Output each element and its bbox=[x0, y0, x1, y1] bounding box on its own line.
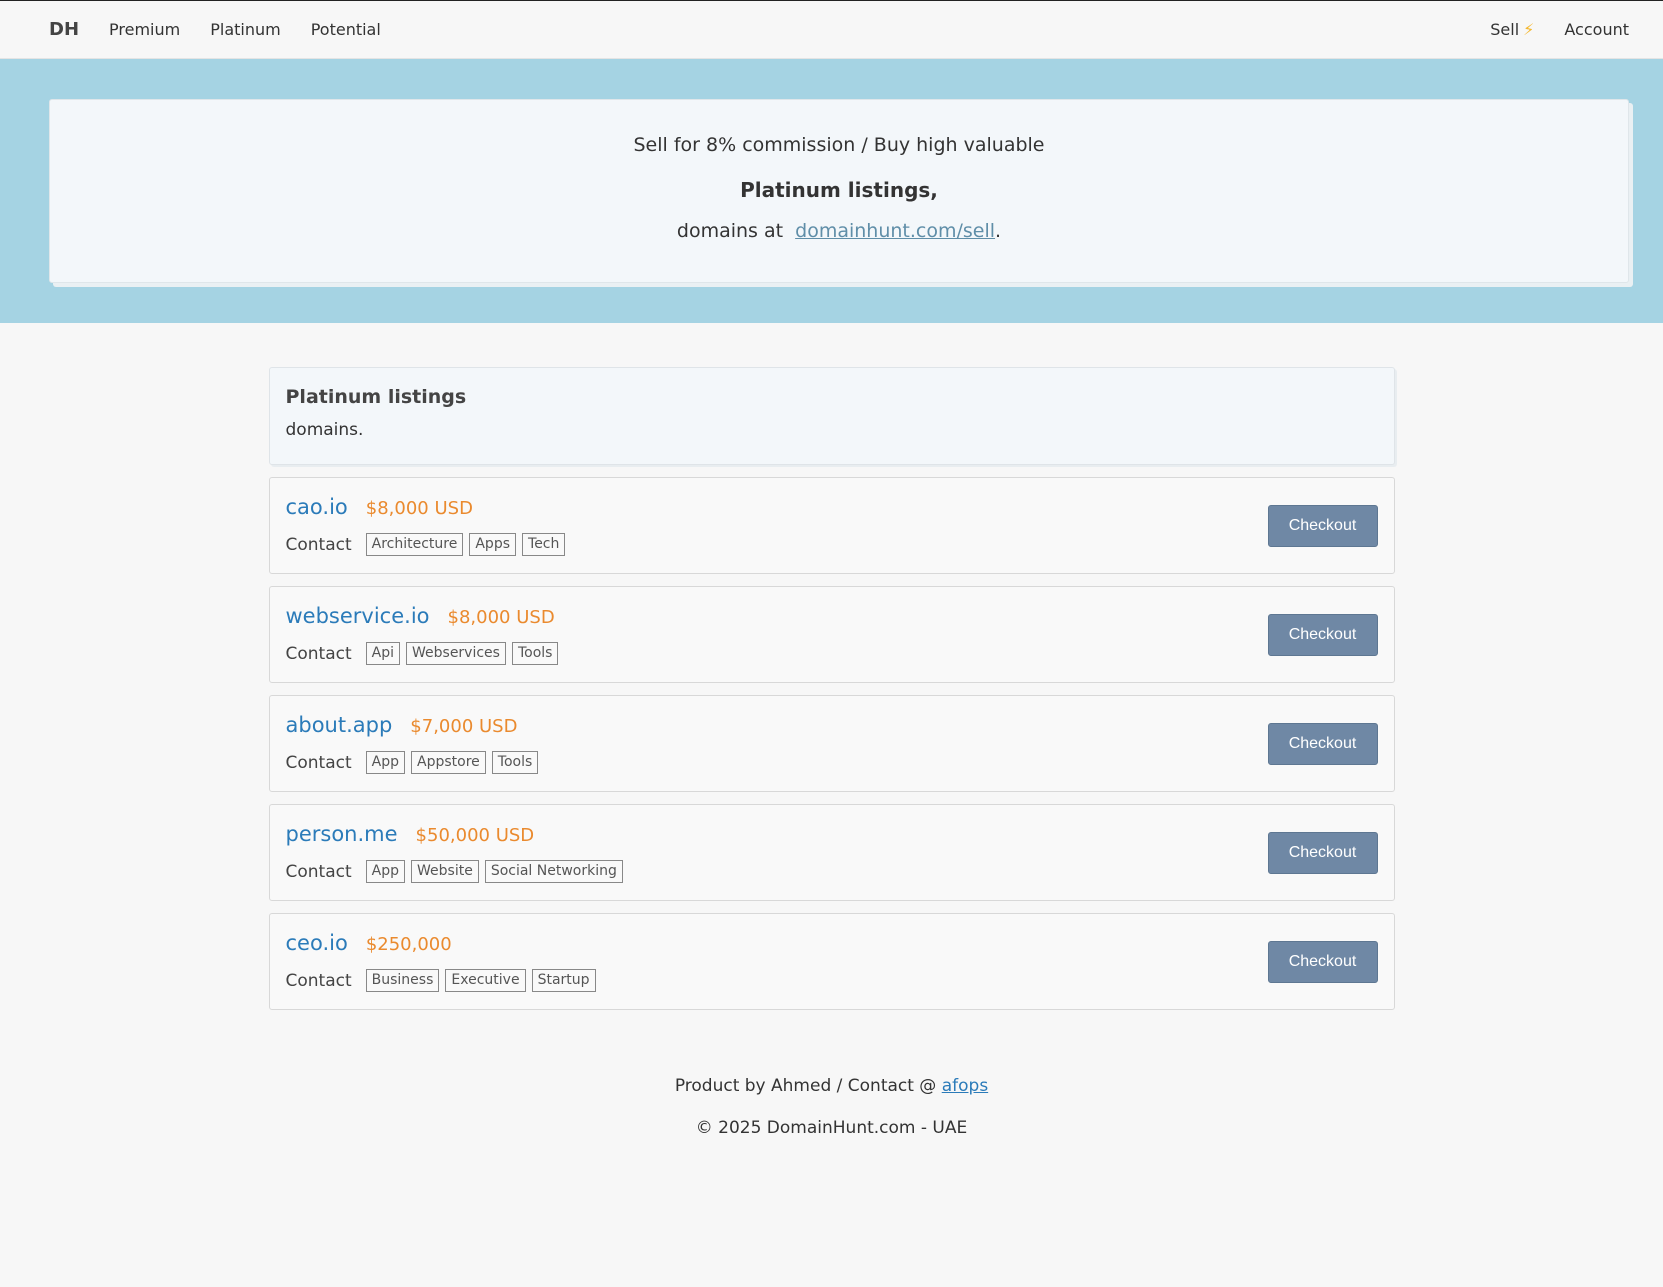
domain-link[interactable]: about.app bbox=[286, 713, 393, 737]
tag: Api bbox=[365, 642, 400, 665]
hero-sell-line: domains at domainhunt.com/sell. bbox=[50, 220, 1628, 242]
listings-title: Platinum listings bbox=[285, 386, 467, 408]
contact-link[interactable]: Contact bbox=[286, 644, 352, 664]
contact-handle-link[interactable]: afops bbox=[942, 1076, 988, 1096]
tag: Apps bbox=[469, 533, 517, 556]
hero-tagline: Sell for 8% commission / Buy high valuab… bbox=[633, 134, 1045, 156]
checkout-button[interactable]: Checkout bbox=[1267, 940, 1378, 983]
price-label: $50,000 USD bbox=[415, 825, 535, 846]
listing-row: person.me $50,000 USD Contact App Website So… bbox=[268, 804, 1395, 901]
listings-subtitle: domains. bbox=[285, 420, 364, 440]
listing-row: about.app $7,000 USD Contact App Appstore To… bbox=[268, 695, 1395, 792]
domain-link[interactable]: person.me bbox=[286, 822, 398, 846]
listings-info-card: Platinum listings domains. bbox=[268, 367, 1395, 465]
lightning-icon: ⚡ bbox=[1523, 20, 1535, 39]
contact-link[interactable]: Contact bbox=[286, 535, 352, 555]
nav-account[interactable]: Account bbox=[1564, 20, 1629, 39]
checkout-button[interactable]: Checkout bbox=[1267, 722, 1378, 765]
nav-premium[interactable]: Premium bbox=[109, 20, 180, 39]
tag: Social Networking bbox=[484, 860, 623, 883]
tag: Executive bbox=[445, 969, 526, 992]
checkout-button[interactable]: Checkout bbox=[1267, 613, 1378, 656]
tag: App bbox=[365, 860, 405, 883]
tag: Tools bbox=[511, 642, 559, 665]
domain-link[interactable]: cao.io bbox=[286, 495, 348, 519]
listing-row: ceo.io $250,000 Contact Business Executive S… bbox=[268, 913, 1395, 1010]
hero-banner: Sell for 8% commission / Buy high valuab… bbox=[0, 59, 1663, 323]
listing-details: about.app $7,000 USD Contact App Appstore To… bbox=[286, 713, 1268, 774]
checkout-button[interactable]: Checkout bbox=[1267, 831, 1378, 874]
checkout-button[interactable]: Checkout bbox=[1267, 504, 1378, 547]
listing-details: webservice.io $8,000 USD Contact Api Webser… bbox=[286, 604, 1268, 665]
tag: Website bbox=[411, 860, 479, 883]
tag: Appstore bbox=[411, 751, 486, 774]
nav-right-group: Sell ⚡ Account bbox=[1460, 20, 1629, 39]
hero-card: Sell for 8% commission / Buy high valuab… bbox=[49, 99, 1629, 283]
listing-details: ceo.io $250,000 Contact Business Executive S… bbox=[286, 931, 1268, 992]
listing-row: webservice.io $8,000 USD Contact Api Webser… bbox=[268, 586, 1395, 683]
contact-link[interactable]: Contact bbox=[286, 753, 352, 773]
footer-copyright: © 2025 DomainHunt.com - UAE bbox=[695, 1118, 968, 1138]
top-navbar: DH Premium Platinum Potential Sell ⚡ Acco… bbox=[0, 1, 1663, 59]
footer-credit-text: Product by Ahmed / Contact @ bbox=[674, 1076, 937, 1096]
contact-link[interactable]: Contact bbox=[286, 862, 352, 882]
tag: Startup bbox=[531, 969, 596, 992]
price-label: $250,000 bbox=[365, 934, 452, 955]
footer-credit: Product by Ahmed / Contact @ afops bbox=[0, 1076, 1663, 1096]
nav-potential[interactable]: Potential bbox=[311, 20, 381, 39]
listing-details: person.me $50,000 USD Contact App Website So… bbox=[286, 822, 1268, 883]
nav-sell[interactable]: Sell ⚡ bbox=[1490, 20, 1534, 39]
hero-sell-prefix: domains at bbox=[676, 220, 784, 242]
domain-link[interactable]: ceo.io bbox=[286, 931, 348, 955]
price-label: $8,000 USD bbox=[365, 498, 473, 519]
nav-sell-label: Sell bbox=[1490, 20, 1520, 39]
tag: Webservices bbox=[406, 642, 506, 665]
tag: Architecture bbox=[365, 533, 464, 556]
tag: Business bbox=[365, 969, 440, 992]
page-footer: Product by Ahmed / Contact @ afops © 202… bbox=[0, 1076, 1663, 1138]
listing-details: cao.io $8,000 USD Contact Architecture Apps… bbox=[286, 495, 1268, 556]
tag: Tech bbox=[522, 533, 566, 556]
price-label: $8,000 USD bbox=[447, 607, 555, 628]
tag: App bbox=[365, 751, 405, 774]
contact-link[interactable]: Contact bbox=[286, 971, 352, 991]
price-label: $7,000 USD bbox=[410, 716, 518, 737]
hero-heading: Platinum listings, bbox=[740, 178, 938, 202]
main-content: Platinum listings domains. cao.io $8,000 … bbox=[268, 367, 1395, 1010]
brand-logo[interactable]: DH bbox=[49, 19, 79, 40]
hero-sell-suffix: . bbox=[995, 220, 1002, 242]
tag: Tools bbox=[491, 751, 539, 774]
listing-row: cao.io $8,000 USD Contact Architecture Apps… bbox=[268, 477, 1395, 574]
sell-link[interactable]: domainhunt.com/sell bbox=[795, 220, 995, 242]
nav-platinum[interactable]: Platinum bbox=[210, 20, 280, 39]
domain-link[interactable]: webservice.io bbox=[286, 604, 430, 628]
